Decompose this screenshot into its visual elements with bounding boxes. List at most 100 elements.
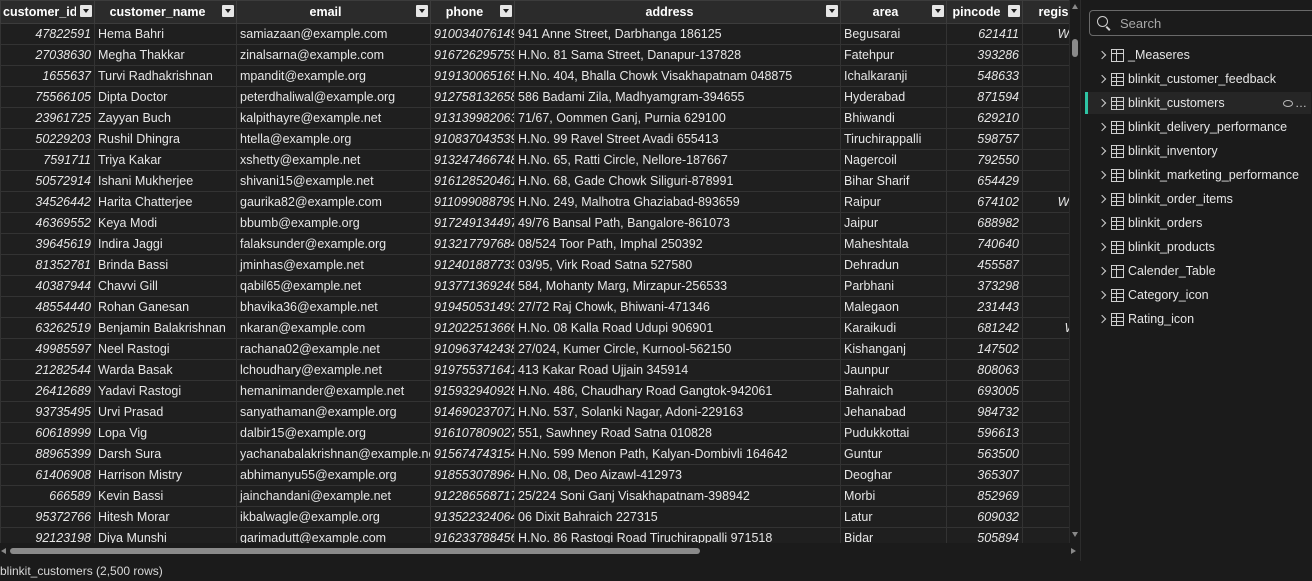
cell-customer_id[interactable]: 666589 [0,485,95,507]
cell-email[interactable]: rachana02@example.net [236,338,431,360]
cell-address[interactable]: H.No. 68, Gade Chowk Siliguri-878991 [514,170,841,192]
cell-customer_name[interactable]: Turvi Radhakrishnan [94,65,237,87]
chevron-right-icon[interactable] [1097,266,1107,276]
cell-phone[interactable]: 919130065165 [430,65,515,87]
cell-email[interactable]: samiazaan@example.com [236,23,431,45]
cell-area[interactable]: Nagercoil [840,149,947,171]
table-row[interactable]: 46369552 Keya Modi bbumb@example.org 917249… [0,212,1069,234]
cell-email[interactable]: jminhas@example.net [236,254,431,276]
column-header-pincode[interactable]: pincode [946,0,1023,24]
cell-address[interactable]: H.No. 08 Kalla Road Udupi 906901 [514,317,841,339]
chevron-right-icon[interactable] [1097,170,1107,180]
cell-area[interactable]: Bahraich [840,380,947,402]
cell-pincode[interactable]: 505894 [946,527,1023,543]
table-row[interactable]: 48554440 Rohan Ganesan bhavika36@example.n… [0,296,1069,318]
cell-customer_id[interactable]: 49985597 [0,338,95,360]
table-row[interactable]: 23961725 Zayyan Buch kalpithayre@example.n… [0,107,1069,129]
cell-address[interactable]: H.No. 99 Ravel Street Avadi 655413 [514,128,841,150]
cell-customer_id[interactable]: 40387944 [0,275,95,297]
cell-pincode[interactable]: 231443 [946,296,1023,318]
chevron-right-icon[interactable] [1097,194,1107,204]
cell-customer_id[interactable]: 95372766 [0,506,95,528]
cell-customer_id[interactable]: 92123198 [0,527,95,543]
cell-pincode[interactable]: 596613 [946,422,1023,444]
cell-regis[interactable]: T [1022,149,1069,171]
cell-email[interactable]: dalbir15@example.org [236,422,431,444]
cell-area[interactable]: Jaunpur [840,359,947,381]
cell-pincode[interactable]: 393286 [946,44,1023,66]
table-item-blinkit-customer-feedback[interactable]: blinkit_customer_feedback [1085,68,1311,90]
table-item-category-icon[interactable]: Category_icon [1085,284,1311,306]
cell-regis[interactable]: T [1022,296,1069,318]
cell-address[interactable]: H.No. 486, Chaudhary Road Gangtok-942061 [514,380,841,402]
cell-pincode[interactable]: 563500 [946,443,1023,465]
more-options-icon[interactable]: … [1295,92,1307,114]
cell-phone[interactable]: 916128520461 [430,170,515,192]
cell-area[interactable]: Bidar [840,527,947,543]
cell-pincode[interactable]: 654429 [946,170,1023,192]
cell-address[interactable]: H.No. 249, Malhotra Ghaziabad-893659 [514,191,841,213]
data-grid[interactable]: customer_id customer_name email phone addres… [0,0,1069,543]
cell-area[interactable]: Jaipur [840,212,947,234]
cell-email[interactable]: abhimanyu55@example.org [236,464,431,486]
horizontal-scrollbar[interactable] [0,543,1080,559]
table-row[interactable]: 49985597 Neel Rastogi rachana02@example.ne… [0,338,1069,360]
table-row[interactable]: 61406908 Harrison Mistry abhimanyu55@examp… [0,464,1069,486]
cell-phone[interactable]: 913139982063 [430,107,515,129]
chevron-right-icon[interactable] [1097,242,1107,252]
cell-pincode[interactable]: 598757 [946,128,1023,150]
cell-customer_name[interactable]: Hitesh Morar [94,506,237,528]
cell-address[interactable]: 71/67, Oommen Ganj, Purnia 629100 [514,107,841,129]
cell-phone[interactable]: 913771369246 [430,275,515,297]
cell-customer_name[interactable]: Diya Munshi [94,527,237,543]
cell-area[interactable]: Malegaon [840,296,947,318]
cell-area[interactable]: Bihar Sharif [840,170,947,192]
cell-pincode[interactable]: 984732 [946,401,1023,423]
cell-email[interactable]: qabil65@example.net [236,275,431,297]
cell-area[interactable]: Raipur [840,191,947,213]
cell-address[interactable]: 25/224 Soni Ganj Visakhapatnam-398942 [514,485,841,507]
cell-pincode[interactable]: 674102 [946,191,1023,213]
table-row[interactable]: 40387944 Chavvi Gill qabil65@example.net 91… [0,275,1069,297]
cell-regis[interactable]: Su [1022,464,1069,486]
column-header-phone[interactable]: phone [430,0,515,24]
cell-address[interactable]: 584, Mohanty Marg, Mirzapur-256533 [514,275,841,297]
chevron-right-icon[interactable] [1097,122,1107,132]
cell-area[interactable]: Jehanabad [840,401,947,423]
filter-dropdown-icon[interactable] [500,5,512,17]
table-item-rating-icon[interactable]: Rating_icon [1085,308,1311,330]
cell-address[interactable]: H.No. 08, Deo Aizawl-412973 [514,464,841,486]
table-row[interactable]: 1655637 Turvi Radhakrishnan mpandit@exampl… [0,65,1069,87]
cell-customer_id[interactable]: 50229203 [0,128,95,150]
cell-customer_id[interactable]: 7591711 [0,149,95,171]
column-header-customer_name[interactable]: customer_name [94,0,237,24]
cell-address[interactable]: 941 Anne Street, Darbhanga 186125 [514,23,841,45]
table-item-blinkit-marketing-performance[interactable]: blinkit_marketing_performance [1085,164,1311,186]
column-header-address[interactable]: address [514,0,841,24]
cell-customer_id[interactable]: 34526442 [0,191,95,213]
table-row[interactable]: 7591711 Triya Kakar xshetty@example.net 913… [0,149,1069,171]
cell-regis[interactable]: We [1022,359,1069,381]
cell-area[interactable]: Kishanganj [840,338,947,360]
cell-area[interactable]: Fatehpur [840,44,947,66]
cell-regis[interactable]: Sa [1022,170,1069,192]
table-row[interactable]: 666589 Kevin Bassi jainchandani@example.ne… [0,485,1069,507]
cell-email[interactable]: nkaran@example.com [236,317,431,339]
cell-phone[interactable]: 913247466748 [430,149,515,171]
cell-pincode[interactable]: 609032 [946,506,1023,528]
table-row[interactable]: 39645619 Indira Jaggi falaksunder@example.… [0,233,1069,255]
table-item-calender-table[interactable]: Calender_Table [1085,260,1311,282]
cell-customer_name[interactable]: Chavvi Gill [94,275,237,297]
table-item-blinkit-orders[interactable]: blinkit_orders [1085,212,1311,234]
cell-address[interactable]: H.No. 537, Solanki Nagar, Adoni-229163 [514,401,841,423]
table-row[interactable]: 47822591 Hema Bahri samiazaan@example.com 9… [0,23,1069,45]
cell-phone[interactable]: 914690237071 [430,401,515,423]
cell-customer_name[interactable]: Benjamin Balakrishnan [94,317,237,339]
cell-customer_name[interactable]: Triya Kakar [94,149,237,171]
cell-area[interactable]: Parbhani [840,275,947,297]
cell-regis[interactable] [1022,233,1069,255]
cell-pincode[interactable]: 740640 [946,233,1023,255]
cell-pincode[interactable]: 548633 [946,65,1023,87]
table-row[interactable]: 21282544 Warda Basak lchoudhary@example.ne… [0,359,1069,381]
cell-customer_id[interactable]: 23961725 [0,107,95,129]
